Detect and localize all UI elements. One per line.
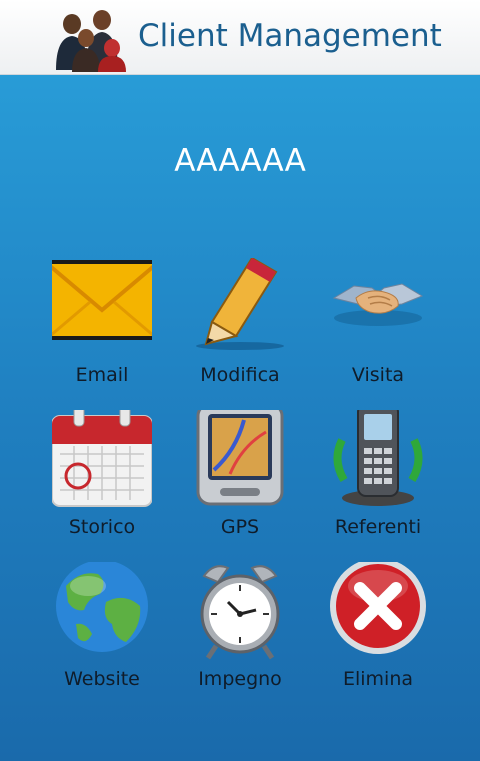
storico-button[interactable]: Storico <box>32 410 172 550</box>
referenti-button[interactable]: Referenti <box>308 410 448 550</box>
email-label: Email <box>75 364 129 386</box>
website-label: Website <box>64 668 140 690</box>
referenti-label: Referenti <box>334 516 422 538</box>
action-bar: Client Management <box>0 0 480 75</box>
phone-icon <box>333 410 423 506</box>
alarm-clock-icon <box>200 565 280 660</box>
calendar-icon <box>52 410 152 507</box>
app-title: Client Management <box>138 18 442 54</box>
gps-label: GPS <box>220 516 260 538</box>
gps-button[interactable]: GPS <box>170 410 310 550</box>
handshake-icon <box>332 283 424 326</box>
client-name: AAAAAA <box>174 143 306 179</box>
delete-x-icon <box>330 562 426 654</box>
visita-button[interactable]: Visita <box>308 258 448 398</box>
modifica-label: Modifica <box>200 364 280 386</box>
impegno-label: Impegno <box>198 668 282 690</box>
elimina-label: Elimina <box>342 668 414 690</box>
email-button[interactable]: Email <box>32 258 172 398</box>
website-button[interactable]: Website <box>32 562 172 702</box>
storico-label: Storico <box>68 516 136 538</box>
gps-device-icon <box>196 410 284 506</box>
elimina-button[interactable]: Elimina <box>308 562 448 702</box>
people-icon[interactable] <box>52 4 130 72</box>
globe-icon <box>56 562 148 652</box>
envelope-icon <box>52 260 152 340</box>
visita-label: Visita <box>351 364 405 386</box>
pencil-icon <box>196 258 284 350</box>
app-screen: Client Management AAAAAA Email Modifica <box>0 0 480 761</box>
modifica-button[interactable]: Modifica <box>170 258 310 398</box>
impegno-button[interactable]: Impegno <box>170 562 310 702</box>
